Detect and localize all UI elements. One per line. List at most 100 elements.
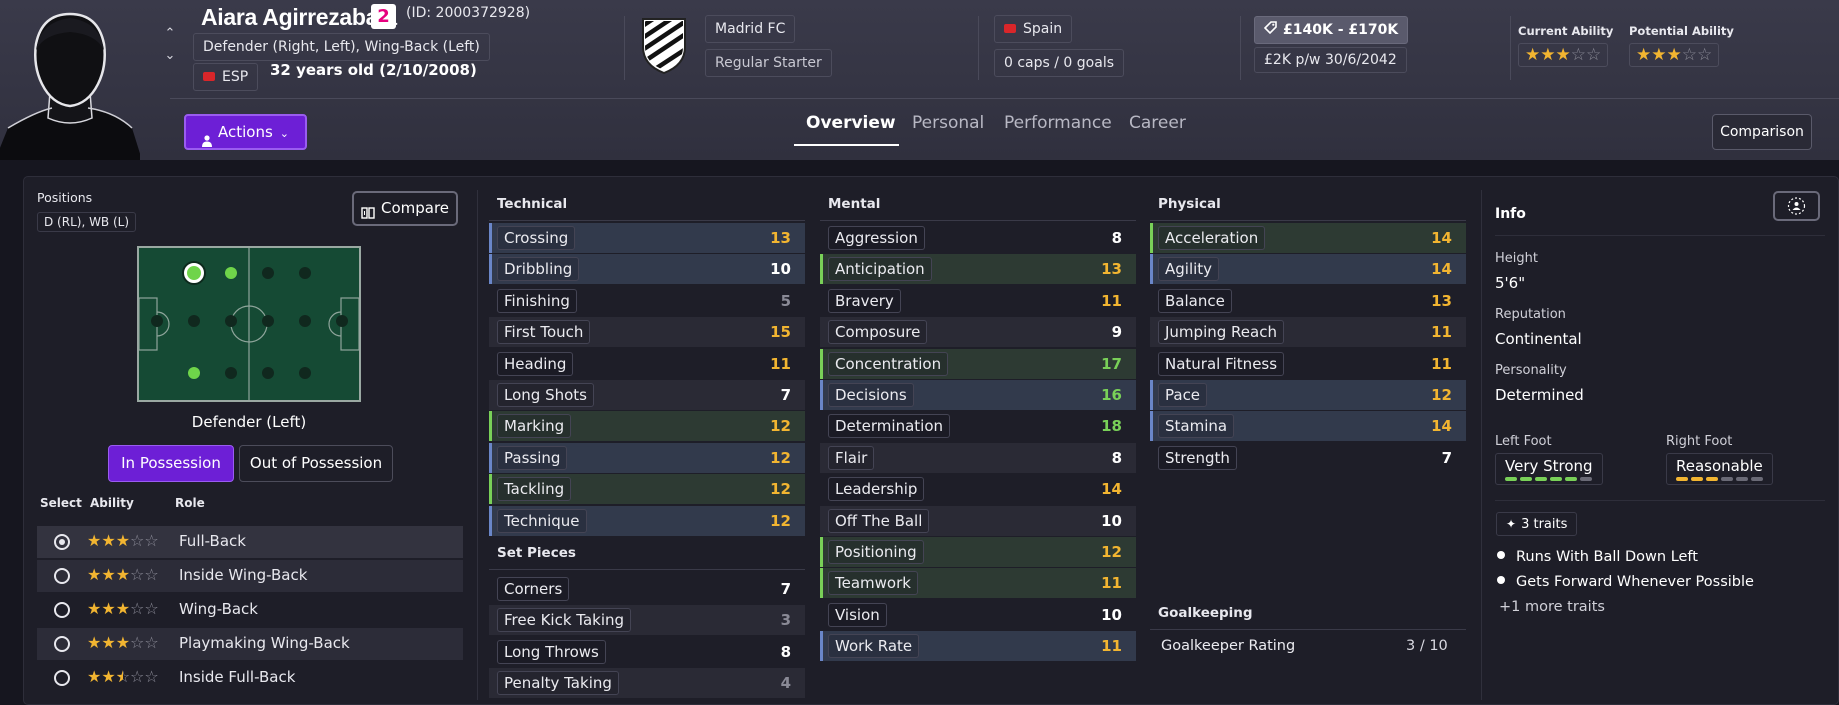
attribute-row[interactable]: Leadership 14 [820,474,1136,504]
attribute-row[interactable]: Balance 13 [1150,286,1466,316]
attribute-row[interactable]: Bravery 11 [820,286,1136,316]
attribute-row[interactable]: Stamina 14 [1150,411,1466,442]
traits-chip[interactable]: ✦ 3 traits [1496,512,1578,536]
attribute-row[interactable]: Agility 14 [1150,254,1466,285]
attribute-row[interactable]: Long Shots 7 [489,380,805,410]
role-radio[interactable] [54,636,70,652]
attribute-value: 14 [1431,260,1452,279]
club-crest-icon[interactable] [641,17,687,75]
attribute-row[interactable]: Positioning 12 [820,537,1136,567]
attribute-row[interactable]: Teamwork 11 [820,568,1136,599]
attribute-row[interactable]: Concentration 17 [820,348,1136,379]
attribute-name: Natural Fitness [1158,351,1285,376]
position-dot[interactable] [299,267,311,279]
player-header: ⌃ ⌄ Aiara Agirrezabala 2 (ID: 2000372928… [0,0,1839,160]
attribute-row[interactable]: Heading 11 [489,349,805,379]
position-dot[interactable] [262,315,274,327]
tab-overview[interactable]: Overview [806,113,896,133]
role-row[interactable]: ★★★☆☆ Wing-Back [37,594,463,626]
attribute-row[interactable]: Penalty Taking 4 [489,668,805,699]
attribute-row[interactable]: Strength 7 [1150,443,1466,473]
actions-button[interactable]: Actions ⌄ [184,114,307,150]
attribute-row[interactable]: Marking 12 [489,411,805,442]
attribute-row[interactable]: Acceleration 14 [1150,223,1466,253]
playable-position-dot[interactable] [225,267,237,279]
potential-ability-label: Potential Ability [1629,24,1734,38]
header-divider [624,16,625,80]
attribute-row[interactable]: Decisions 16 [820,380,1136,410]
attribute-value: 12 [770,448,791,467]
attribute-value: 16 [1101,386,1122,404]
attribute-row[interactable]: Anticipation 13 [820,254,1136,285]
compare-button[interactable]: Compare [352,191,458,226]
attribute-row[interactable]: Dribbling 10 [489,254,805,285]
in-possession-toggle[interactable]: In Possession [108,445,234,482]
attribute-row[interactable]: Vision 10 [820,600,1136,630]
next-player-icon[interactable]: ⌄ [162,48,178,63]
attribute-row[interactable]: Composure 9 [820,317,1136,348]
attribute-name: Crossing [497,226,576,250]
attribute-row[interactable]: Flair 8 [820,442,1136,473]
attribute-row[interactable]: Jumping Reach 11 [1150,317,1466,348]
position-dot[interactable] [336,315,348,327]
spain-flag-icon [1004,23,1016,33]
column-divider [1481,190,1482,700]
left-foot-bars [1505,477,1593,481]
reputation-label: Reputation [1495,307,1566,322]
attribute-row[interactable]: Natural Fitness 11 [1150,349,1466,379]
role-row[interactable]: ★★★☆☆ Full-Back [37,526,463,558]
comparison-button[interactable]: Comparison [1712,114,1812,150]
attribute-value: 11 [1101,574,1122,593]
club-name-chip[interactable]: Madrid FC [705,15,796,43]
attribute-row[interactable]: Technique 12 [489,505,805,536]
nation-chip[interactable]: Spain [994,15,1073,43]
attribute-row[interactable]: Free Kick Taking 3 [489,605,805,636]
column-divider [477,190,478,700]
attribute-name: Technique [497,508,587,533]
tab-performance[interactable]: Performance [1004,113,1112,133]
attribute-row[interactable]: Crossing 13 [489,223,805,253]
tab-career[interactable]: Career [1129,113,1186,133]
role-radio[interactable] [54,568,70,584]
attribute-row[interactable]: Aggression 8 [820,223,1136,253]
sparkle-icon: ✦ [1506,517,1517,531]
tab-personal[interactable]: Personal [912,113,984,133]
attribute-row[interactable]: Long Throws 8 [489,637,805,667]
position-dot[interactable] [262,267,274,279]
role-row[interactable]: ★★★☆☆ Playmaking Wing-Back [37,628,463,660]
playable-position-dot[interactable] [188,367,200,379]
previous-player-icon[interactable]: ⌃ [162,26,178,41]
position-dot[interactable] [299,367,311,379]
position-dot[interactable] [225,367,237,379]
attribute-name: Strength [1158,445,1237,470]
attribute-row[interactable]: Tackling 12 [489,474,805,505]
role-row[interactable]: ★★☆ ★ ☆☆ Inside Full-Back [37,662,463,694]
nationality-chip[interactable]: ESP [193,63,259,91]
transfer-value-chip[interactable]: £140K - £170K [1254,16,1409,44]
info-settings-button[interactable] [1773,191,1820,221]
attribute-row[interactable]: Pace 12 [1150,380,1466,410]
attribute-row[interactable]: First Touch 15 [489,317,805,348]
out-of-possession-toggle[interactable]: Out of Possession [239,445,393,482]
attribute-value: 13 [1431,291,1452,310]
info-divider [1495,235,1825,236]
role-row[interactable]: ★★★☆☆ Inside Wing-Back [37,560,463,592]
attribute-row[interactable]: Off The Ball 10 [820,505,1136,536]
position-dot[interactable] [151,315,163,327]
role-radio[interactable] [54,602,70,618]
role-radio[interactable] [54,534,70,550]
playable-position-dot[interactable] [184,263,204,283]
attribute-row[interactable]: Corners 7 [489,574,805,604]
position-dot[interactable] [188,315,200,327]
more-traits-link[interactable]: +1 more traits [1499,599,1605,615]
position-dot[interactable] [262,367,274,379]
position-dot[interactable] [299,315,311,327]
attribute-row[interactable]: Determination 18 [820,411,1136,441]
position-pitch[interactable] [137,246,361,402]
role-radio[interactable] [54,670,70,686]
role-ability-stars: ★★★☆☆ [87,531,159,550]
attribute-row[interactable]: Passing 12 [489,442,805,473]
attribute-row[interactable]: Work Rate 11 [820,631,1136,662]
position-dot[interactable] [225,315,237,327]
attribute-row[interactable]: Finishing 5 [489,286,805,316]
